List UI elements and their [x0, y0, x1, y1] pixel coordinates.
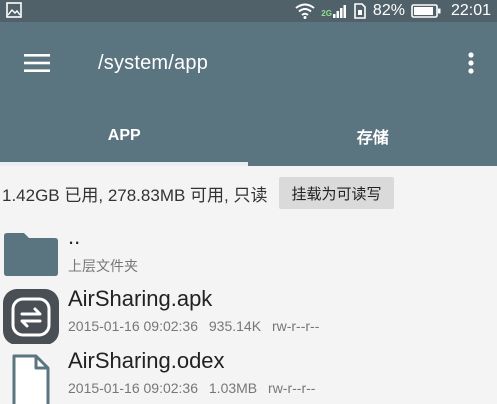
tab-app-label: APP — [107, 127, 141, 144]
file-meta: 2015-01-16 09:02:36 935.14K rw-r--r-- — [68, 318, 319, 334]
file-size: 935.14K — [208, 318, 262, 334]
app-bar: /system/app APP 存储 — [0, 22, 497, 166]
signal-icon — [332, 5, 346, 18]
storage-summary: 1.42GB 已用, 278.83MB 可用, 只读 — [2, 185, 268, 205]
active-tab-indicator — [0, 162, 248, 166]
storage-info-row: 1.42GB 已用, 278.83MB 可用, 只读 挂载为可读写 — [0, 172, 497, 214]
folder-icon — [4, 233, 58, 276]
status-bar: 2G 82% 22:01 — [0, 0, 497, 22]
screen: 2G 82% 22:01 /system/app APP 存储 1.42GB 已… — [0, 0, 497, 404]
status-right: 2G 82% 22:01 — [295, 0, 491, 22]
file-name: .. — [68, 224, 81, 249]
file-permissions: rw-r--r-- — [271, 318, 320, 334]
menu-button[interactable] — [16, 46, 58, 80]
file-permissions: rw-r--r-- — [268, 380, 316, 396]
network-type-label: 2G — [321, 9, 332, 18]
tab-storage[interactable]: 存储 — [249, 110, 497, 166]
more-vert-icon — [468, 52, 474, 74]
current-path-title: /system/app — [98, 52, 209, 74]
file-list: .. 上层文件夹 AirSharing.apk 2015-01-16 09:02… — [0, 216, 497, 404]
file-meta: 2015-01-16 09:02:36 1.03MB rw-r--r-- — [68, 380, 315, 396]
hamburger-menu-icon — [24, 54, 50, 72]
file-row-parent-folder[interactable]: .. 上层文件夹 — [0, 216, 497, 278]
file-name: AirSharing.odex — [68, 348, 225, 373]
tab-app[interactable]: APP — [0, 110, 249, 166]
sim-icon — [354, 3, 366, 19]
more-options-button[interactable] — [459, 46, 483, 80]
tab-storage-label: 存储 — [356, 130, 389, 147]
file-row-airsharing-apk[interactable]: AirSharing.apk 2015-01-16 09:02:36 935.1… — [0, 278, 497, 344]
file-icon — [12, 354, 50, 404]
file-subtitle: 上层文件夹 — [68, 258, 138, 274]
signal-group: 2G — [321, 4, 347, 18]
file-name: AirSharing.apk — [68, 286, 213, 311]
file-date: 2015-01-16 09:02:36 — [68, 380, 198, 396]
clock-time: 22:01 — [450, 2, 491, 19]
file-date: 2015-01-16 09:02:36 — [68, 318, 198, 334]
battery-icon — [411, 4, 441, 18]
tab-bar: APP 存储 — [0, 110, 497, 166]
battery-percent: 82% — [372, 2, 405, 19]
file-size: 1.03MB — [208, 380, 258, 396]
file-row-airsharing-odex[interactable]: AirSharing.odex 2015-01-16 09:02:36 1.03… — [0, 340, 497, 404]
wifi-icon — [295, 3, 315, 19]
mount-read-write-button[interactable]: 挂载为可读写 — [279, 177, 394, 209]
image-notification-icon — [6, 2, 22, 18]
airsharing-app-icon — [3, 289, 59, 344]
